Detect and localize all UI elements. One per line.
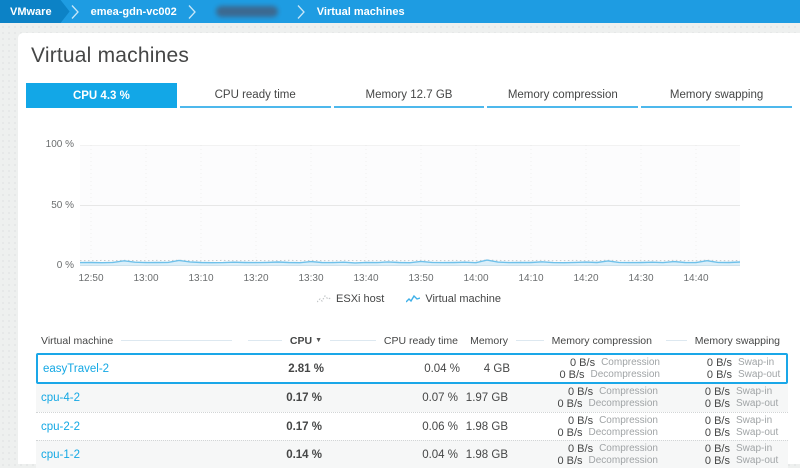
- x-axis-tick-label: 13:40: [353, 273, 379, 284]
- breadcrumb-item-virtual-machines[interactable]: Virtual machines: [307, 0, 415, 23]
- chart-legend: ESXi host Virtual machine: [18, 293, 800, 305]
- redacted-text-blur: [215, 6, 278, 17]
- chevron-right-icon: [297, 0, 306, 23]
- memory-compression-cell: 0 B/s Compression 0 B/s Decompression: [557, 442, 658, 467]
- table-row[interactable]: easyTravel-2 2.81 % 0.04 % 4 GB 0 B/s Com…: [36, 353, 788, 384]
- table-row[interactable]: cpu-2-2 0.17 % 0.06 % 1.98 GB 0 B/s Compr…: [36, 412, 788, 440]
- page-title: Virtual machines: [31, 44, 190, 67]
- memory-value: 1.98 GB: [465, 420, 508, 433]
- cpu-chart-plot[interactable]: [80, 145, 740, 266]
- legend-item-esxi-host[interactable]: ESXi host: [317, 293, 384, 305]
- table-header-row: Virtual machine CPU ▼ CPU ready time Mem…: [36, 333, 788, 348]
- breadcrumb-label: VMware: [10, 5, 52, 18]
- cpu-ready-value: 0.04 %: [422, 448, 458, 461]
- memory-swapping-cell: 0 B/s Swap-in 0 B/s Swap-out: [706, 356, 781, 381]
- memory-compression-cell: 0 B/s Compression 0 B/s Decompression: [557, 414, 658, 439]
- tab-label: CPU 4.3 %: [72, 89, 130, 102]
- breadcrumb-item-redacted[interactable]: [198, 0, 296, 23]
- memory-swapping-cell: 0 B/s Swap-in 0 B/s Swap-out: [704, 442, 779, 467]
- line-series-icon: [406, 294, 421, 303]
- tab-memory-compression[interactable]: Memory compression: [487, 83, 639, 108]
- content-card: Virtual machines CPU 4.3 % CPU ready tim…: [18, 33, 800, 468]
- memory-compression-cell: 0 B/s Compression 0 B/s Decompression: [557, 386, 658, 410]
- x-axis-tick-label: 14:10: [518, 273, 544, 284]
- memory-swapping-cell: 0 B/s Swap-in 0 B/s Swap-out: [704, 414, 779, 439]
- tab-memory[interactable]: Memory 12.7 GB: [333, 83, 485, 108]
- column-header-memory[interactable]: Memory: [458, 333, 508, 348]
- x-axis-tick-label: 13:20: [243, 273, 269, 284]
- cpu-ready-value: 0.06 %: [422, 420, 458, 433]
- tab-label: CPU ready time: [214, 88, 296, 101]
- vm-name-link[interactable]: easyTravel-2: [38, 363, 242, 375]
- legend-item-virtual-machine[interactable]: Virtual machine: [406, 293, 501, 305]
- cpu-usage-chart: 100 % 50 % 0 % 12:50 13:00 13:10 13:20 13:30…: [18, 121, 800, 321]
- legend-label: ESXi host: [336, 293, 385, 305]
- vm-name-link[interactable]: cpu-4-2: [36, 392, 240, 404]
- memory-value: 1.98 GB: [465, 448, 508, 461]
- breadcrumb-label: emea-gdn-vc002: [90, 5, 177, 18]
- chevron-right-icon: [188, 0, 197, 23]
- metric-tabs: CPU 4.3 % CPU ready time Memory 12.7 GB …: [26, 83, 792, 108]
- legend-label: Virtual machine: [425, 293, 501, 305]
- y-axis-tick-label: 0 %: [56, 260, 74, 271]
- x-axis-tick-label: 13:30: [298, 273, 324, 284]
- cpu-ready-value: 0.04 %: [424, 362, 460, 375]
- x-axis-tick-label: 14:20: [573, 273, 599, 284]
- chevron-right-icon: [71, 0, 80, 23]
- breadcrumb-item-vmware[interactable]: VMware: [0, 0, 70, 23]
- tab-cpu[interactable]: CPU 4.3 %: [26, 83, 177, 108]
- column-header-cpu-ready-time[interactable]: CPU ready time: [322, 333, 458, 348]
- tab-cpu-ready-time[interactable]: CPU ready time: [179, 83, 331, 108]
- breadcrumb-item-vcenter[interactable]: emea-gdn-vc002: [81, 0, 187, 23]
- column-header-virtual-machine[interactable]: Virtual machine: [36, 333, 240, 348]
- breadcrumb-label: Virtual machines: [316, 5, 405, 18]
- cpu-value: 2.81 %: [288, 362, 324, 375]
- tab-label: Memory swapping: [669, 88, 764, 101]
- memory-value: 1.97 GB: [465, 392, 508, 404]
- cpu-ready-value: 0.07 %: [422, 392, 458, 404]
- tab-memory-swapping[interactable]: Memory swapping: [641, 83, 792, 108]
- virtual-machines-table: Virtual machine CPU ▼ CPU ready time Mem…: [36, 333, 788, 468]
- vm-name-link[interactable]: cpu-1-2: [36, 449, 240, 461]
- x-axis-tick-label: 14:00: [463, 273, 489, 284]
- dotted-line-series-icon: [317, 295, 332, 303]
- breadcrumb: VMware emea-gdn-vc002 Virtual machines: [0, 0, 800, 23]
- tab-label: Memory compression: [507, 88, 618, 101]
- x-axis-tick-label: 14:30: [628, 273, 654, 284]
- column-header-memory-swapping[interactable]: Memory swapping: [658, 333, 788, 348]
- cpu-value: 0.17 %: [286, 392, 322, 404]
- memory-value: 4 GB: [483, 362, 510, 375]
- tab-label: Memory 12.7 GB: [365, 88, 453, 101]
- memory-swapping-cell: 0 B/s Swap-in 0 B/s Swap-out: [704, 386, 779, 410]
- column-header-cpu[interactable]: CPU ▼: [240, 333, 322, 348]
- table-row[interactable]: cpu-4-2 0.17 % 0.07 % 1.97 GB 0 B/s Compr…: [36, 384, 788, 412]
- y-axis-tick-label: 100 %: [45, 139, 74, 150]
- y-axis-tick-label: 50 %: [51, 200, 74, 211]
- column-header-memory-compression[interactable]: Memory compression: [508, 333, 658, 348]
- x-axis-tick-label: 13:10: [188, 273, 214, 284]
- cpu-value: 0.14 %: [286, 448, 322, 461]
- sort-desc-icon: ▼: [315, 337, 322, 344]
- x-axis-tick-label: 14:40: [683, 273, 709, 284]
- cpu-value: 0.17 %: [286, 420, 322, 433]
- x-axis-tick-label: 13:00: [133, 273, 159, 284]
- x-axis-tick-label: 12:50: [78, 273, 104, 284]
- x-axis-labels: 12:50 13:00 13:10 13:20 13:30 13:40 13:50 14:00…: [78, 273, 740, 287]
- vm-name-link[interactable]: cpu-2-2: [36, 421, 240, 433]
- x-axis-tick-label: 13:50: [408, 273, 434, 284]
- memory-compression-cell: 0 B/s Compression 0 B/s Decompression: [559, 356, 660, 381]
